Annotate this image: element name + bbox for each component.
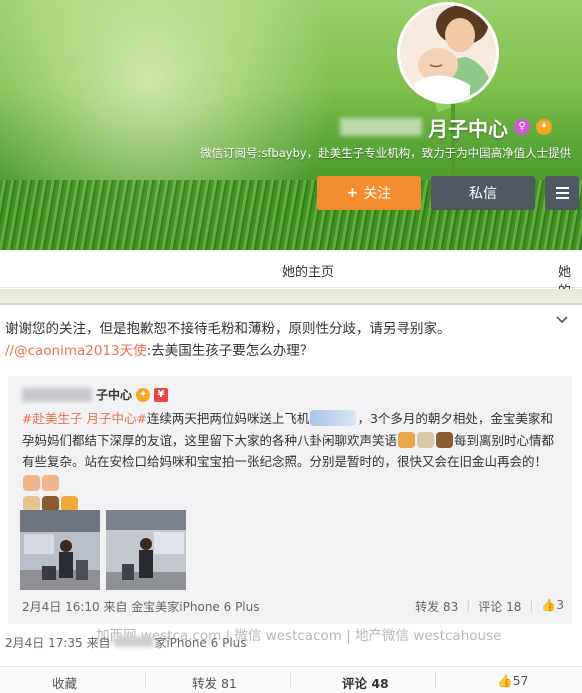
message-label: 私信	[469, 186, 497, 202]
repost-like-count: 3	[556, 598, 564, 612]
like-count: 57	[512, 673, 529, 688]
thumbs-up-icon: 👍	[541, 598, 557, 612]
fist-emoji-icon	[42, 474, 59, 491]
thumbs-up-icon: 👍	[497, 673, 513, 688]
post-timestamp[interactable]: 2月4日 17:35 来自	[5, 636, 110, 650]
repost-body: #赴美生子 月子中心#连续两天把两位妈咪送上飞机 ，3个多月的朝夕相处，金宝美家和…	[22, 408, 564, 516]
fist-emoji-icon	[23, 474, 40, 491]
repost-timestamp[interactable]: 2月4日 16:10 来自 金宝美家iPhone 6 Plus	[22, 600, 260, 614]
female-icon: ♀	[514, 119, 530, 135]
repost-author-name: 子中心	[96, 388, 133, 402]
forward-button[interactable]: 转发 81	[192, 673, 237, 692]
post-source: 家iPhone 6 Plus	[154, 636, 247, 650]
alpaca-emoji-icon	[417, 431, 435, 448]
topic-tag[interactable]: #赴美生子 月子中心#	[22, 411, 147, 426]
comment-button[interactable]: 评论 48	[342, 673, 389, 692]
profile-name: 月子中心	[428, 116, 508, 141]
photo-thumbnail[interactable]	[20, 510, 100, 590]
tab-home[interactable]: 她的主页	[282, 261, 334, 280]
post-meta: 2月4日 17:35 来自 家iPhone 6 Plus	[5, 634, 247, 651]
post-actions-bar: 收藏 转发 81 评论 48 👍57	[0, 666, 582, 693]
tiger-emoji-icon	[398, 431, 416, 448]
more-menu-button[interactable]	[545, 176, 579, 210]
post-text: 谢谢您的关注，但是抱歉恕不接待毛粉和薄粉，原则性分歧，请另寻别家。 //@cao…	[5, 318, 560, 362]
repost-author[interactable]: 子中心 ✦ ¥	[22, 386, 169, 403]
repost-comment-count[interactable]: 评论 18	[478, 598, 521, 615]
repost-text-a: 连续两天把两位妈咪送上飞机	[146, 411, 310, 426]
plus-icon: +	[346, 185, 359, 201]
redacted-name	[340, 118, 422, 136]
post-text-rest: :去美国生孩子要怎么办理？	[146, 343, 314, 359]
avatar[interactable]	[397, 2, 499, 104]
redacted-source	[114, 636, 155, 647]
red-envelope-icon: ¥	[154, 387, 169, 402]
message-button[interactable]: 私信	[431, 176, 535, 210]
vip-badge-icon: ✦	[536, 119, 552, 135]
follow-label: 关注	[363, 186, 392, 202]
hamburger-icon	[555, 187, 569, 199]
reposted-content[interactable]: 子中心 ✦ ¥ #赴美生子 月子中心#连续两天把两位妈咪送上飞机 ，3个多月的朝夕…	[8, 376, 572, 624]
like-button[interactable]: 👍57	[497, 673, 528, 689]
wave-emoji-icon	[310, 410, 357, 426]
divider-bar	[0, 289, 582, 305]
mention-link[interactable]: //@caonima2013天使	[5, 343, 147, 359]
profile-description: 微信订阅号:sfbayby，赴美生子专业机构，致力于为中国高净值人士提供	[200, 146, 572, 160]
repost-like-button[interactable]: 👍3	[541, 598, 564, 615]
post-text-line: 谢谢您的关注，但是抱歉恕不接待毛粉和薄粉，原则性分歧，请另寻别家。	[5, 321, 451, 337]
profile-name-row: 月子中心 ♀ ✦	[340, 114, 552, 141]
collect-button[interactable]: 收藏	[52, 673, 77, 692]
redacted-author	[22, 387, 92, 402]
repost-forward-count[interactable]: 转发 83	[415, 598, 458, 615]
follow-button[interactable]: + 关注	[317, 176, 421, 210]
feed-post: 谢谢您的关注，但是抱歉恕不接待毛粉和薄粉，原则性分歧，请另寻别家。 //@cao…	[0, 306, 582, 666]
horse-emoji-icon	[436, 431, 454, 448]
photo-thumbnail[interactable]	[106, 510, 186, 590]
vip-badge-icon: ✦	[136, 387, 151, 402]
profile-nav: 她的主页 她的	[0, 250, 582, 299]
weibo-profile-page: 月子中心 ♀ ✦ 微信订阅号:sfbayby，赴美生子专业机构，致力于为中国高净…	[0, 0, 582, 693]
repost-footer: 2月4日 16:10 来自 金宝美家iPhone 6 Plus 转发 83 | …	[22, 598, 564, 615]
